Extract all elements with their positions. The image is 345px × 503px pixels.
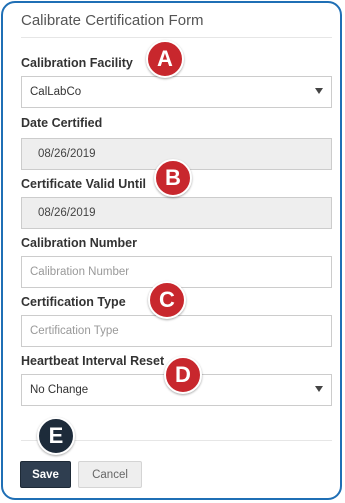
calibration-facility-value: CalLabCo	[30, 86, 82, 98]
cancel-button[interactable]: Cancel	[78, 461, 142, 488]
callout-c-badge: C	[148, 281, 186, 319]
valid-until-field: 08/26/2019	[21, 197, 332, 229]
chevron-down-icon	[315, 88, 323, 94]
calibration-number-placeholder: Calibration Number	[30, 266, 130, 278]
certification-type-input[interactable]: Certification Type	[21, 315, 332, 347]
calibration-facility-select[interactable]: CalLabCo	[21, 76, 332, 108]
date-certified-label: Date Certified	[21, 116, 103, 130]
heartbeat-reset-label: Heartbeat Interval Reset	[21, 354, 165, 368]
certification-type-label: Certification Type	[21, 295, 126, 309]
callout-e-badge: E	[37, 417, 75, 455]
callout-d-badge: D	[164, 356, 202, 394]
valid-until-label: Certificate Valid Until	[21, 177, 147, 191]
calibration-number-label: Calibration Number	[21, 236, 137, 250]
calibration-facility-label: Calibration Facility	[21, 56, 133, 70]
certification-type-placeholder: Certification Type	[30, 325, 119, 337]
save-button[interactable]: Save	[20, 461, 71, 488]
callout-b-badge: B	[154, 159, 192, 197]
divider	[21, 37, 332, 38]
date-certified-value: 08/26/2019	[38, 148, 96, 160]
valid-until-value: 08/26/2019	[38, 207, 96, 219]
form-title: Calibrate Certification Form	[21, 12, 204, 29]
heartbeat-reset-value: No Change	[30, 384, 89, 396]
callout-a-badge: A	[146, 40, 184, 78]
chevron-down-icon	[315, 386, 323, 392]
